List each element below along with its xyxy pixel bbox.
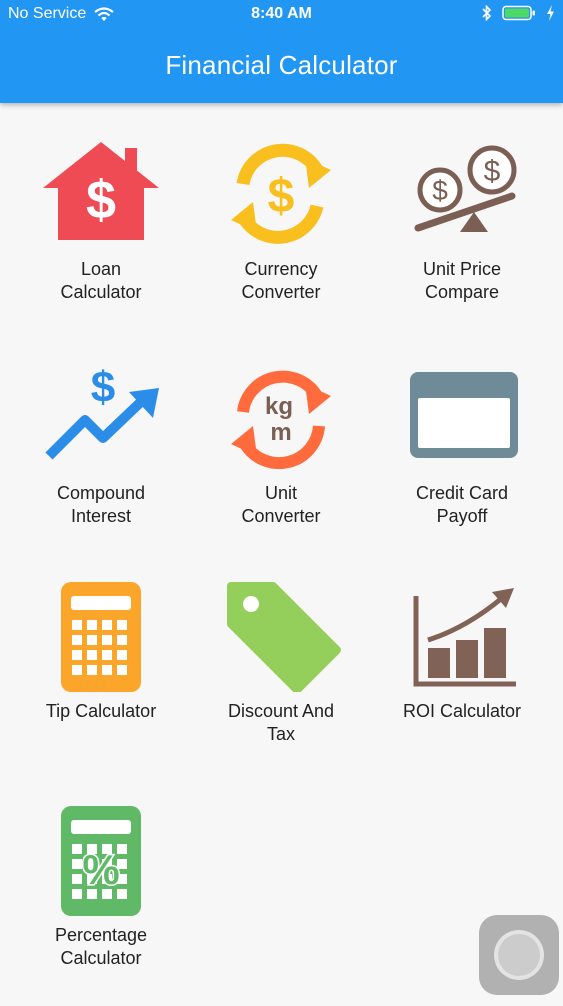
tile-label: ROI Calculator [402, 701, 522, 721]
svg-text:$: $ [86, 170, 116, 230]
tile-tip-calculator[interactable]: Tip Calculator [16, 582, 186, 782]
tile-unit-converter[interactable]: kg m Unit Converter [196, 364, 366, 564]
tile-label: Unit Converter [241, 483, 321, 526]
bluetooth-icon [482, 5, 492, 21]
assistive-touch-button[interactable] [479, 915, 559, 995]
svg-text:$: $ [484, 155, 501, 188]
tile-discount-and-tax[interactable]: Discount And Tax [196, 582, 366, 782]
svg-text:%: % [82, 846, 119, 893]
bar-chart-icon [413, 588, 516, 687]
currency-exchange-icon: $ [231, 143, 331, 244]
percent-calculator-icon: % [61, 806, 141, 916]
calculator-icon [61, 582, 141, 692]
tile-label: Unit Price Compare [422, 259, 502, 302]
assistive-touch-ring [494, 930, 544, 980]
kg-m-exchange-icon: kg m [231, 370, 331, 470]
tile-label: Currency Converter [241, 259, 321, 302]
tile-currency-converter[interactable]: $ Currency Converter [196, 140, 366, 340]
price-tag-icon [227, 582, 341, 692]
page-title: Financial Calculator [165, 50, 398, 80]
svg-text:kg: kg [265, 393, 293, 420]
status-time: 8:40 AM [251, 5, 312, 22]
svg-text:$: $ [91, 364, 115, 412]
tile-label: Tip Calculator [45, 701, 157, 721]
growth-chart-icon: $ [45, 364, 159, 460]
tile-label: Loan Calculator [60, 259, 142, 302]
battery-icon [502, 5, 535, 21]
tile-percentage-calculator[interactable]: % Percentage Calculator [16, 806, 186, 1006]
charging-icon [547, 5, 554, 21]
tile-loan-calculator[interactable]: $ Loan Calculator [16, 140, 186, 340]
tile-unit-price-compare[interactable]: $ $ Unit Price Compare [377, 140, 547, 340]
svg-text:$: $ [432, 175, 448, 206]
tile-roi-calculator[interactable]: ROI Calculator [377, 582, 547, 782]
credit-card-icon [410, 372, 518, 458]
tile-label: Discount And Tax [227, 701, 335, 744]
tile-credit-card-payoff[interactable]: Credit Card Payoff [377, 364, 547, 564]
house-dollar-icon: $ [43, 142, 159, 240]
coins-scale-icon: $ $ [414, 145, 517, 232]
svg-text:$: $ [268, 170, 295, 223]
tile-label: Credit Card Payoff [415, 483, 509, 526]
app-header: No Service 8:40 AM Financial Calculator [0, 0, 563, 103]
svg-text:m: m [270, 419, 291, 446]
status-bar: No Service 8:40 AM [0, 0, 563, 30]
tile-label: Compound Interest [56, 483, 146, 526]
tile-label: Percentage Calculator [54, 925, 148, 968]
tile-compound-interest[interactable]: $ Compound Interest [16, 364, 186, 564]
